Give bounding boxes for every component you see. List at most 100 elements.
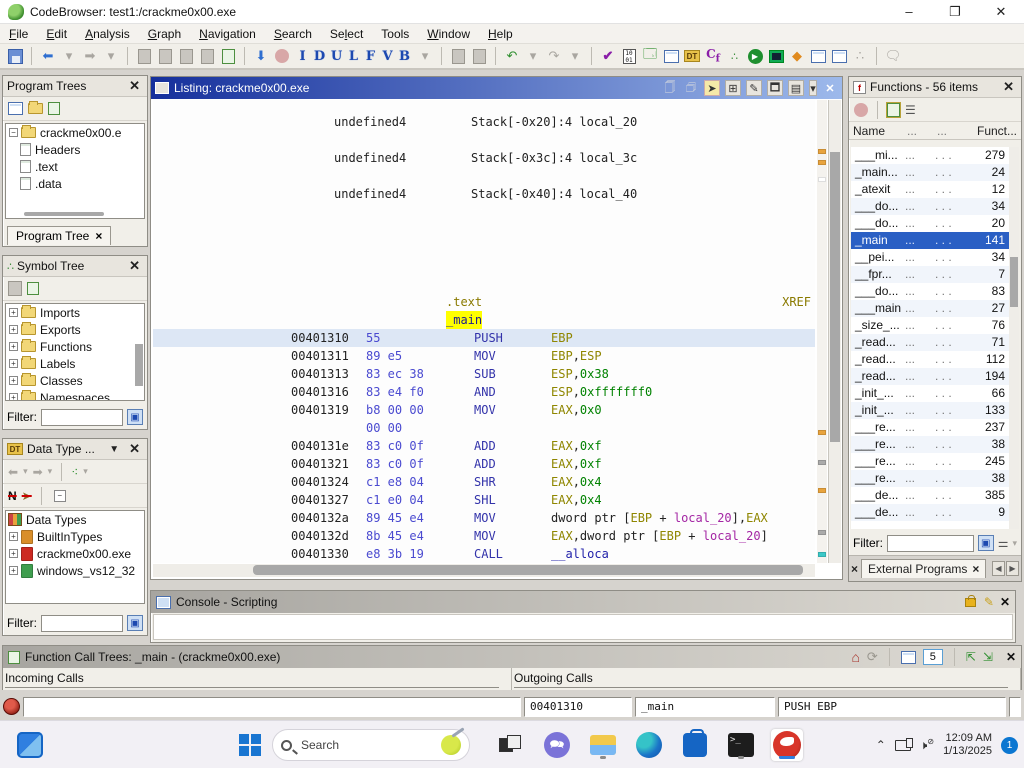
byte-dropdown-icon[interactable]: ▾ — [416, 47, 434, 65]
snapshot-icon[interactable]: 🗖 — [767, 80, 783, 96]
function-row[interactable]: _size_....... . .76 — [851, 317, 1009, 334]
dtm-filter-icon[interactable]: ▣ — [127, 615, 143, 631]
define-i-button[interactable]: I — [294, 49, 311, 64]
expand-icon[interactable]: + — [9, 566, 18, 575]
listing-line[interactable]: undefined4Stack[-0x20]:4 local_20 — [153, 113, 815, 131]
status-dragon-icon[interactable] — [3, 698, 20, 715]
console-output[interactable] — [153, 614, 1013, 640]
chat-button[interactable]: 🗪 — [541, 729, 573, 761]
functions-list-icon[interactable]: ☰ — [905, 103, 916, 117]
listing-line[interactable]: 0040131055PUSHEBP — [153, 329, 815, 347]
back-icon[interactable]: ⬅ — [39, 47, 57, 65]
unroll-up-icon[interactable]: ⇱ — [966, 650, 976, 664]
define-d-button[interactable]: D — [311, 49, 328, 64]
menu-tools[interactable]: Tools — [372, 25, 418, 43]
edit-listing-icon[interactable]: ✎ — [746, 80, 762, 96]
function-row[interactable]: ___de....... . .9 — [851, 504, 1009, 521]
collapse-all-icon[interactable]: − — [54, 490, 66, 502]
navigation-marker[interactable] — [818, 460, 826, 465]
symbol-filter-icon[interactable]: ▣ — [127, 409, 143, 425]
functions-nav-icon[interactable] — [887, 103, 900, 117]
function-row[interactable]: ___mi....... . .279 — [851, 147, 1009, 164]
table-view-icon[interactable] — [809, 47, 827, 65]
menu-file[interactable]: File — [0, 25, 37, 43]
edit-fields-icon[interactable]: ⊞ — [725, 80, 741, 96]
listing-line[interactable] — [153, 131, 815, 149]
function-row[interactable]: ___do....... . .83 — [851, 283, 1009, 300]
listing-vscrollbar[interactable] — [828, 100, 841, 563]
navigation-marker[interactable] — [818, 160, 826, 165]
expand-icon[interactable]: + — [9, 325, 18, 334]
functions-filter-icon[interactable]: ▣ — [978, 535, 994, 551]
memory-chip-icon[interactable] — [767, 47, 785, 65]
collapse-icon[interactable]: − — [9, 128, 18, 137]
program-tree-hscroll[interactable] — [24, 212, 104, 216]
menu-help[interactable]: Help — [479, 25, 522, 43]
memory-map-icon[interactable] — [662, 47, 680, 65]
symbol-tree-item-exports[interactable]: +Exports — [6, 321, 144, 338]
diff-icon[interactable]: ◆ — [788, 47, 806, 65]
functions-header[interactable]: f Functions - 56 items ✕ — [849, 77, 1021, 98]
program-trees-header[interactable]: Program Trees ✕ — [3, 76, 147, 97]
expand-icon[interactable]: + — [9, 359, 18, 368]
function-row[interactable]: _main....... . .24 — [851, 164, 1009, 181]
external-programs-tab-close-icon[interactable]: × — [972, 562, 979, 576]
widgets-button[interactable] — [14, 729, 46, 761]
call-trees-close-icon[interactable]: ✕ — [1006, 650, 1016, 664]
symbol-tree-vscroll[interactable] — [135, 344, 143, 386]
data-type-manager-icon[interactable]: DT — [683, 47, 701, 65]
menu-edit[interactable]: Edit — [37, 25, 76, 43]
expand-icon[interactable] — [48, 102, 60, 115]
forward-dropdown-icon[interactable]: ▾ — [102, 47, 120, 65]
expand-icon[interactable]: + — [9, 393, 18, 401]
tray-mute-icon[interactable]: 🕨⊘ — [920, 737, 934, 753]
taskbar-search[interactable]: Search — [272, 729, 470, 761]
new-tree-icon[interactable] — [8, 102, 23, 115]
functions-settings-icon[interactable]: ⚌ — [998, 536, 1009, 550]
symbol-tree-item-classes[interactable]: +Classes — [6, 372, 144, 389]
terminal-button[interactable]: >_ — [725, 729, 757, 761]
edge-button[interactable] — [633, 729, 665, 761]
functions-filter-input[interactable] — [887, 535, 974, 552]
define-v-button[interactable]: V — [379, 49, 396, 64]
define-u-button[interactable]: U — [328, 49, 345, 64]
function-label[interactable]: _main — [446, 311, 482, 329]
listing-line[interactable]: .textXREF — [153, 293, 815, 311]
define-f-button[interactable]: F — [362, 49, 379, 64]
external-programs-tab[interactable]: External Programs × — [861, 559, 986, 578]
dtm-filter-input[interactable] — [41, 615, 123, 632]
start-button[interactable] — [234, 729, 266, 761]
minimize-button[interactable]: – — [886, 0, 932, 23]
hide-names-icon[interactable]: N — [8, 489, 17, 503]
console-close-icon[interactable]: ✕ — [1000, 595, 1010, 609]
goto-symbol-icon[interactable] — [27, 282, 39, 295]
listing-close-icon[interactable]: ✕ — [822, 80, 838, 96]
expand-icon[interactable]: + — [9, 342, 18, 351]
functions-col-header[interactable]: Name — [849, 124, 903, 138]
program-tree-tab-close-icon[interactable]: × — [95, 229, 102, 243]
symbol-tree-item-namespaces[interactable]: +Namespaces — [6, 389, 144, 401]
menu-graph[interactable]: Graph — [139, 25, 190, 43]
filter-duplicates-icon[interactable] — [901, 651, 916, 664]
listing-line[interactable]: undefined4Stack[-0x40]:4 local_40 — [153, 185, 815, 203]
display-options-icon[interactable]: ▤ — [788, 80, 804, 96]
functions-close-icon[interactable]: ✕ — [1000, 79, 1017, 95]
console-header[interactable]: Console - Scripting ✎ ✕ — [151, 591, 1015, 613]
function-row[interactable]: _init_....... . .133 — [851, 402, 1009, 419]
listing-line[interactable] — [153, 167, 815, 185]
functions-table-body[interactable]: ___mi....... . .279_main....... . .24_at… — [851, 147, 1009, 529]
unroll-down-icon[interactable]: ⇲ — [983, 650, 993, 664]
recursion-depth-input[interactable] — [923, 649, 943, 665]
function-row[interactable]: ___re....... . .38 — [851, 470, 1009, 487]
function-row[interactable]: ___main.... . .27 — [851, 300, 1009, 317]
navigation-marker[interactable] — [818, 552, 826, 557]
function-graph-icon[interactable]: Cf — [704, 47, 722, 65]
listing-line[interactable]: undefined4Stack[-0x3c]:4 local_3c — [153, 149, 815, 167]
symbol-tree-item-labels[interactable]: +Labels — [6, 355, 144, 372]
symbol-tree-close-icon[interactable]: ✕ — [126, 258, 143, 274]
restore-button[interactable]: ❐ — [932, 0, 978, 23]
listing-line[interactable] — [153, 203, 815, 221]
snapshot-tool-icon[interactable] — [219, 47, 237, 65]
validate-icon[interactable]: ✔ — [599, 47, 617, 65]
navigation-marker[interactable] — [818, 530, 826, 535]
